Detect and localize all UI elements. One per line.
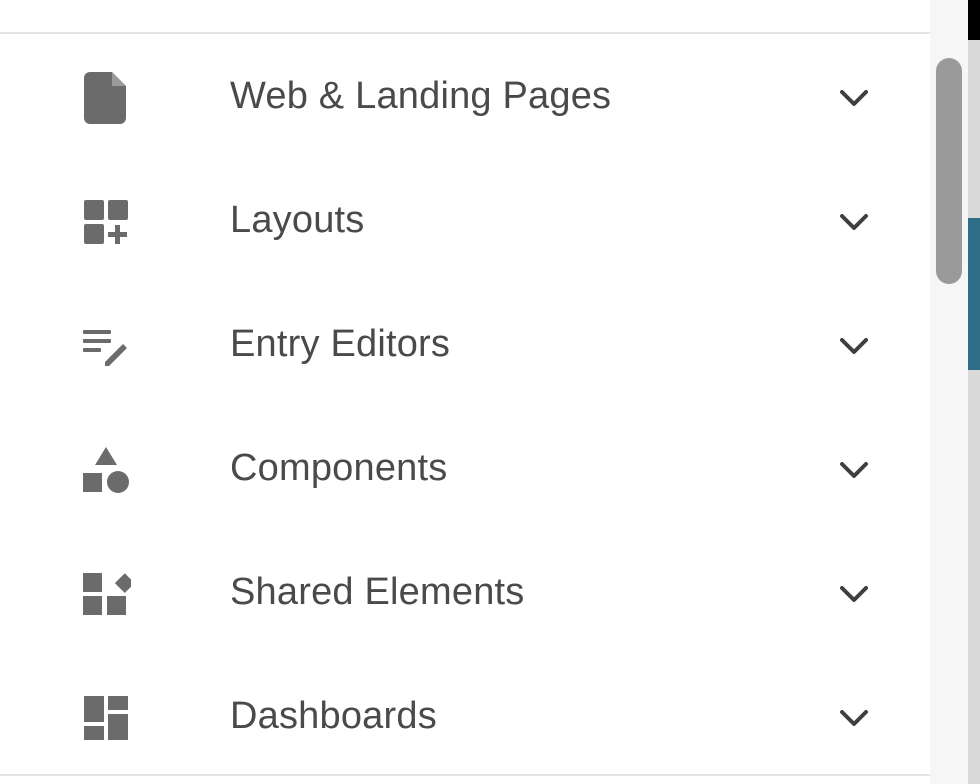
chevron-down-icon[interactable]: [836, 80, 872, 116]
nav-item-web-landing-pages[interactable]: Web & Landing Pages: [0, 34, 930, 158]
dashboard-icon: [80, 692, 132, 744]
bottom-divider: [0, 774, 930, 776]
nav-item-label: Layouts: [230, 199, 365, 241]
nav-list: Web & Landing Pages Layouts Entry Editor…: [0, 34, 930, 778]
dashboard-add-icon: [80, 196, 132, 248]
background-page-edge: [968, 0, 980, 784]
nav-item-dashboards[interactable]: Dashboards: [0, 654, 930, 778]
chevron-down-icon[interactable]: [836, 328, 872, 364]
nav-item-label: Web & Landing Pages: [230, 75, 612, 117]
nav-item-label: Dashboards: [230, 695, 437, 737]
menu-screen: Web & Landing Pages Layouts Entry Editor…: [0, 0, 980, 784]
widgets-icon: [80, 568, 132, 620]
chevron-down-icon[interactable]: [836, 700, 872, 736]
nav-item-label: Components: [230, 447, 448, 489]
nav-item-label: Entry Editors: [230, 323, 451, 365]
nav-item-layouts[interactable]: Layouts: [0, 158, 930, 282]
nav-item-components[interactable]: Components: [0, 406, 930, 530]
nav-item-shared-elements[interactable]: Shared Elements: [0, 530, 930, 654]
scrollbar-thumb[interactable]: [936, 58, 962, 284]
chevron-down-icon[interactable]: [836, 576, 872, 612]
background-accent-strip: [968, 218, 980, 370]
shapes-icon: [80, 444, 132, 496]
nav-item-entry-editors[interactable]: Entry Editors: [0, 282, 930, 406]
edit-note-icon: [80, 320, 132, 372]
chevron-down-icon[interactable]: [836, 452, 872, 488]
document-icon: [80, 72, 132, 124]
nav-item-label: Shared Elements: [230, 571, 525, 613]
chevron-down-icon[interactable]: [836, 204, 872, 240]
background-header-strip: [968, 0, 980, 40]
navigation-panel: Web & Landing Pages Layouts Entry Editor…: [0, 0, 930, 784]
